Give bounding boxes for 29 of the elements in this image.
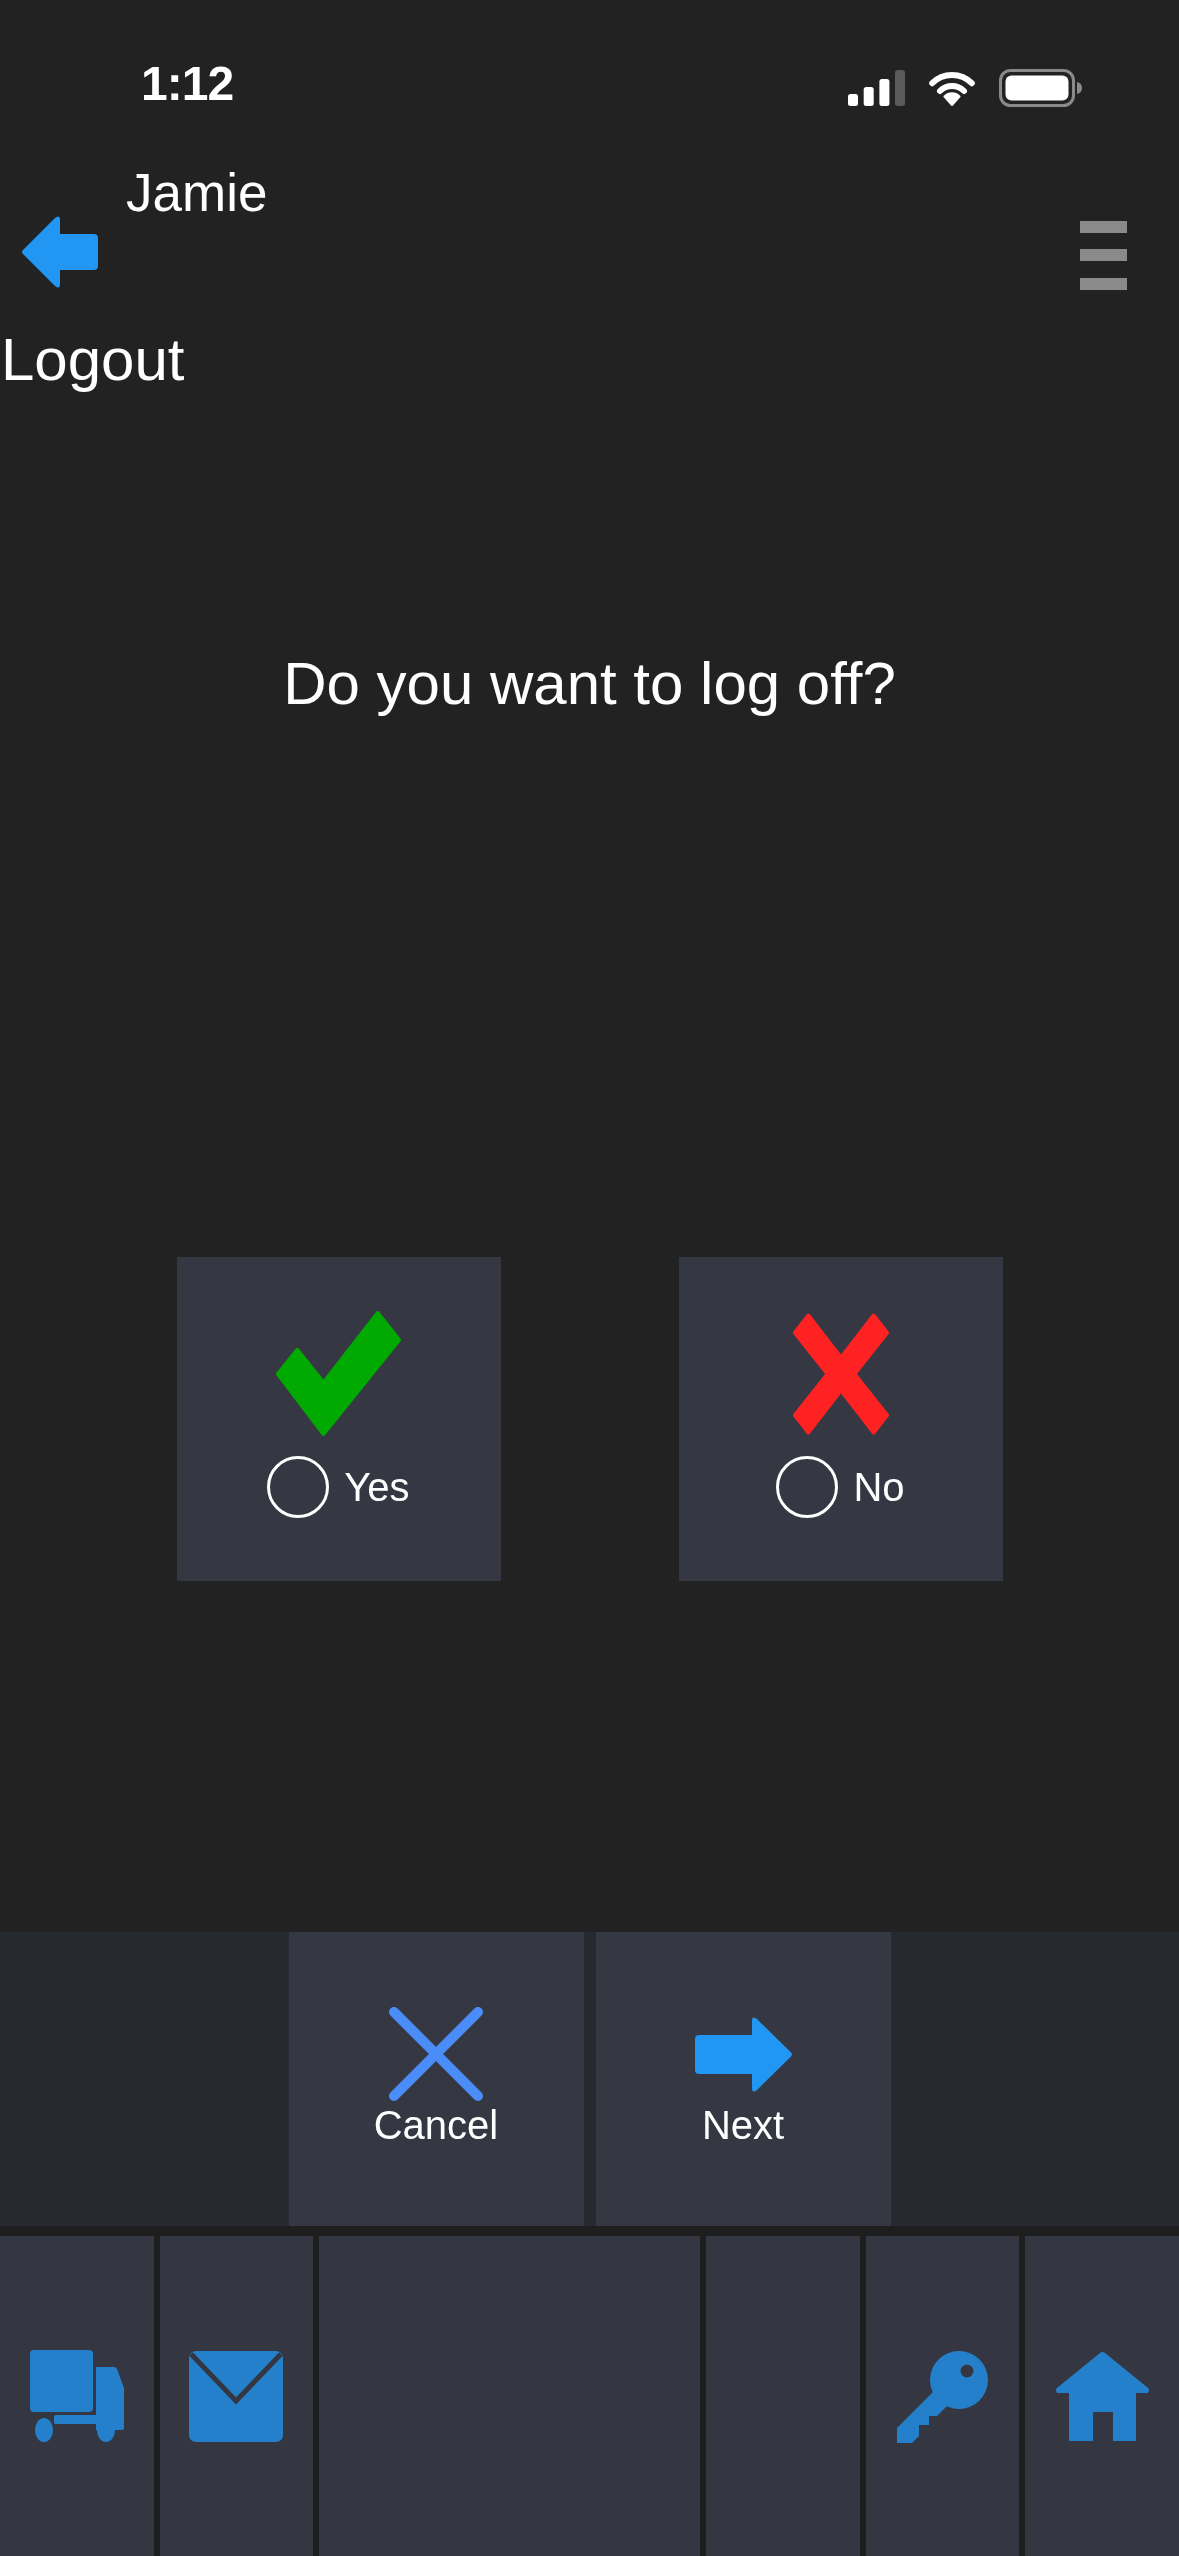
radio-button[interactable] — [267, 1456, 330, 1518]
tab-button[interactable] — [1025, 2236, 1179, 2556]
check-icon — [276, 1311, 401, 1436]
cross-icon — [792, 1312, 889, 1435]
status-time: 1:12 — [141, 56, 234, 112]
next-button[interactable]: Next — [595, 1932, 891, 2226]
signal-icon — [848, 70, 905, 106]
option-card[interactable]: Yes — [176, 1257, 501, 1581]
option-card[interactable]: No — [678, 1257, 1003, 1581]
option-label: Yes — [344, 1464, 410, 1511]
envelope-icon — [189, 2350, 284, 2442]
question-text: Do you want to log off? — [283, 649, 896, 719]
menu-icon[interactable] — [1080, 221, 1127, 290]
tab-button[interactable] — [0, 2236, 154, 2556]
wifi-icon — [926, 70, 978, 106]
tab-button[interactable] — [865, 2236, 1020, 2556]
right-arrow-icon — [694, 2016, 792, 2093]
battery-icon — [999, 69, 1082, 107]
close-icon — [388, 2006, 484, 2102]
tab-button[interactable] — [159, 2236, 314, 2556]
page-title: Logout — [0, 326, 185, 394]
home-icon — [1055, 2351, 1149, 2441]
back-arrow-icon[interactable] — [22, 216, 98, 288]
user-name: Jamie — [126, 162, 268, 224]
key-icon — [896, 2349, 989, 2443]
option-label: No — [853, 1464, 905, 1511]
radio-button[interactable] — [776, 1456, 839, 1518]
truck-icon — [29, 2350, 124, 2442]
cancel-button[interactable]: Cancel — [288, 1932, 584, 2226]
